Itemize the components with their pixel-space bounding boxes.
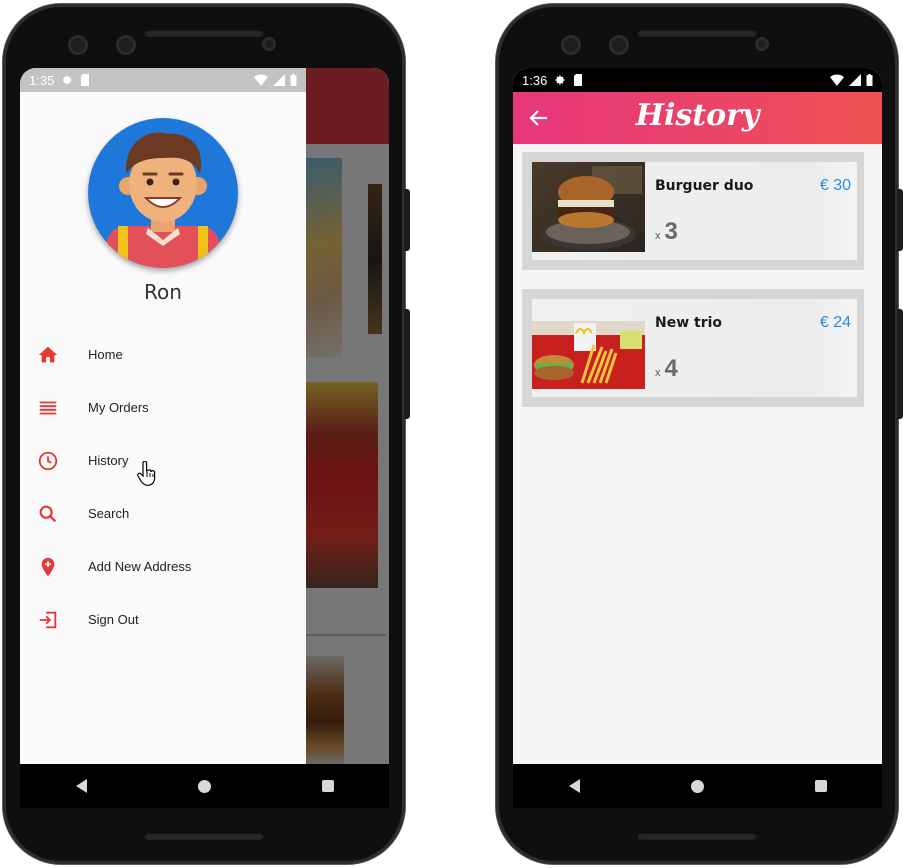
menu-item-label: Home [88, 347, 123, 362]
menu-item-add-new-address[interactable]: Add New Address [20, 540, 306, 593]
volume-button [897, 309, 903, 419]
wifi-icon [830, 74, 844, 86]
sign-out-icon [36, 608, 60, 632]
proximity-sensor [262, 37, 276, 51]
gear-icon [62, 75, 72, 85]
order-card-content: New trio € 24 x 4 [532, 299, 857, 397]
user-name: Ron [144, 280, 182, 304]
menu-item-label: History [88, 453, 129, 468]
drawer-menu: Home My Orders History Search Add New Ad… [20, 328, 306, 646]
menu-item-history[interactable]: History [20, 434, 306, 487]
order-thumbnail [532, 321, 645, 389]
order-item-price: € 30 [819, 177, 851, 194]
battery-icon [290, 74, 297, 86]
power-button [897, 189, 903, 251]
system-navigation-bar [20, 764, 389, 808]
nav-back-icon[interactable] [568, 779, 580, 793]
nav-home-icon[interactable] [690, 779, 704, 793]
order-item-price: € 24 [819, 314, 851, 331]
user-avatar-icon [106, 132, 220, 268]
screen-left: 1:35 Ron Home My Orders History Search A… [20, 68, 389, 808]
menu-item-home[interactable]: Home [20, 328, 306, 381]
app-bar: History [513, 92, 882, 144]
quantity-prefix: x [655, 230, 661, 242]
status-time: 1:35 [29, 72, 55, 88]
nav-recents-icon[interactable] [321, 780, 334, 792]
phone-left: 1:35 Ron Home My Orders History Search A… [3, 4, 410, 864]
order-card-content: Burguer duo € 30 x 3 [532, 162, 857, 260]
page-title: History [635, 98, 760, 133]
search-icon [36, 502, 60, 526]
status-time: 1:36 [522, 72, 548, 88]
order-thumbnail [532, 162, 645, 252]
status-bar: 1:36 [513, 68, 882, 92]
bottom-speaker [144, 832, 264, 840]
order-item-name: New trio [655, 315, 723, 331]
screen-right: 1:36 History Burguer duo € 30 x 3 New tr… [513, 68, 882, 808]
menu-item-search[interactable]: Search [20, 487, 306, 540]
combo-meal-image [532, 321, 645, 389]
front-sensor [561, 35, 581, 55]
front-camera [116, 35, 136, 55]
volume-button [404, 309, 410, 419]
order-item-name: Burguer duo [655, 178, 754, 194]
proximity-sensor [755, 37, 769, 51]
order-card[interactable]: Burguer duo € 30 x 3 [522, 152, 864, 270]
signal-icon [273, 74, 285, 86]
menu-item-sign-out[interactable]: Sign Out [20, 593, 306, 646]
sd-card-icon [81, 74, 90, 86]
nav-back-icon[interactable] [75, 779, 87, 793]
menu-item-label: My Orders [88, 400, 149, 415]
front-camera [609, 35, 629, 55]
order-card[interactable]: New trio € 24 x 4 [522, 289, 864, 407]
menu-item-my-orders[interactable]: My Orders [20, 381, 306, 434]
quantity-value: 4 [664, 355, 678, 382]
power-button [404, 189, 410, 251]
nav-recents-icon[interactable] [814, 780, 827, 792]
gear-icon [555, 75, 565, 85]
system-navigation-bar [513, 764, 882, 808]
clock-icon [36, 449, 60, 473]
avatar[interactable] [88, 118, 238, 268]
order-item-quantity: x 4 [655, 355, 678, 383]
front-sensor [68, 35, 88, 55]
burger-image [532, 162, 645, 252]
hand-cursor-icon [137, 461, 156, 486]
battery-icon [866, 74, 873, 86]
status-bar: 1:35 [20, 68, 306, 92]
home-icon [36, 343, 60, 367]
phone-right: 1:36 History Burguer duo € 30 x 3 New tr… [496, 4, 903, 864]
navigation-drawer: 1:35 Ron Home My Orders History Search A… [20, 68, 306, 808]
menu-item-label: Sign Out [88, 612, 139, 627]
signal-icon [849, 74, 861, 86]
earpiece [144, 29, 264, 37]
earpiece [637, 29, 757, 37]
quantity-value: 3 [664, 218, 678, 245]
nav-home-icon[interactable] [197, 779, 211, 793]
add-location-icon [36, 555, 60, 579]
menu-item-label: Add New Address [88, 559, 192, 574]
wifi-icon [254, 74, 268, 86]
list-icon [36, 396, 60, 420]
order-item-quantity: x 3 [655, 218, 678, 246]
menu-item-label: Search [88, 506, 130, 521]
bottom-speaker [637, 832, 757, 840]
sd-card-icon [574, 74, 583, 86]
quantity-prefix: x [655, 367, 661, 379]
